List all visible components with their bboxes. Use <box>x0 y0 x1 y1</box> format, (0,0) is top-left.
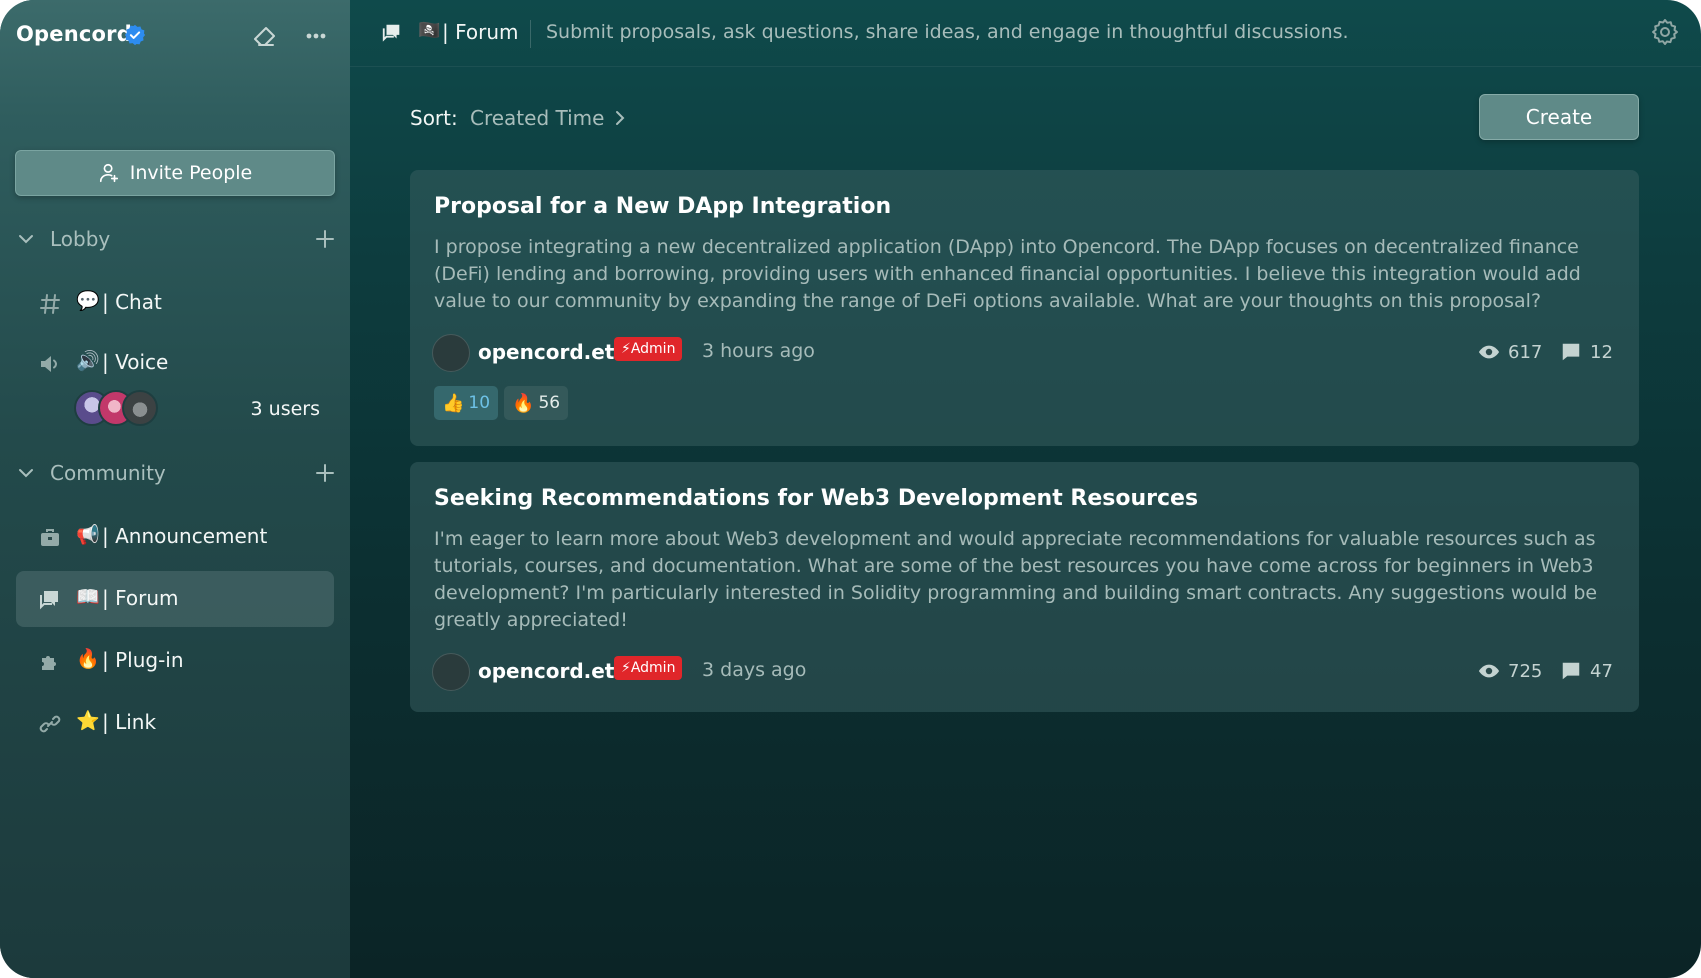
avatar[interactable] <box>432 653 470 691</box>
divider <box>530 20 531 48</box>
avatar[interactable] <box>432 334 470 372</box>
invite-people-button[interactable]: Invite People <box>15 150 335 196</box>
comment-icon <box>1562 662 1580 680</box>
chevron-down-icon[interactable] <box>16 229 36 249</box>
comments-count: 47 <box>1590 660 1613 682</box>
sidebar: Opencord Invite People Lobby 💬 | Chat 🔊 … <box>0 0 350 978</box>
post-time: 3 hours ago <box>702 340 815 362</box>
invite-people-label: Invite People <box>129 162 253 184</box>
group-lobby[interactable]: Lobby <box>16 224 336 256</box>
main-panel: 🏴‍☠️ | Forum Submit proposals, ask quest… <box>350 0 1701 978</box>
channel-forum[interactable]: 📖 | Forum <box>16 571 334 627</box>
chat-emoji: 💬 <box>76 290 100 312</box>
reaction-fire[interactable]: 🔥 56 <box>504 386 569 420</box>
sort-value: Created Time <box>470 106 605 130</box>
post-card[interactable]: Seeking Recommendations for Web3 Develop… <box>410 462 1639 712</box>
post-body: I propose integrating a new decentralize… <box>434 236 1581 312</box>
flag-emoji: 🏴‍☠️ <box>418 20 441 41</box>
sort-dropdown[interactable]: Created Time <box>470 106 628 130</box>
sort-label: Sort: <box>410 106 458 130</box>
post-card[interactable]: Proposal for a New DApp Integration I pr… <box>410 170 1639 446</box>
post-title[interactable]: Seeking Recommendations for Web3 Develop… <box>434 486 1198 511</box>
eraser-icon[interactable] <box>248 20 280 52</box>
channel-voice[interactable]: 🔊 | Voice <box>16 335 334 391</box>
forum-icon <box>40 591 58 610</box>
post-time: 3 days ago <box>702 659 807 681</box>
channel-plugin[interactable]: 🔥 | Plug-in <box>16 633 334 689</box>
group-name: Lobby <box>50 227 111 251</box>
channel-link[interactable]: ⭐ | Link <box>16 695 334 751</box>
app-window: Opencord Invite People Lobby 💬 | Chat 🔊 … <box>0 0 1701 978</box>
link-icon <box>39 715 61 733</box>
channel-label: | Chat <box>102 290 162 314</box>
briefcase-icon <box>41 529 59 546</box>
reaction-count: 56 <box>538 393 561 413</box>
admin-badge: ⚡Admin <box>614 337 683 361</box>
author-name[interactable]: opencord.eth <box>478 340 629 364</box>
chevron-down-icon[interactable] <box>16 463 36 483</box>
page-title: | Forum <box>442 20 519 44</box>
channel-label: | Plug-in <box>102 648 184 672</box>
avatar[interactable] <box>122 390 158 426</box>
add-channel-icon[interactable] <box>314 228 336 250</box>
eye-icon <box>1478 664 1500 678</box>
views-count: 617 <box>1508 341 1543 363</box>
group-name: Community <box>50 461 166 485</box>
channel-announcement[interactable]: 📢 | Announcement <box>16 509 334 565</box>
server-header: Opencord <box>16 18 336 54</box>
add-channel-icon[interactable] <box>314 462 336 484</box>
channel-label: | Forum <box>102 586 179 610</box>
link-emoji: ⭐ <box>76 710 100 732</box>
forum-icon <box>382 24 400 42</box>
hash-icon <box>40 294 60 314</box>
channel-label: | Link <box>102 710 157 734</box>
channel-chat[interactable]: 💬 | Chat <box>16 275 334 331</box>
puzzle-icon <box>42 656 56 670</box>
channel-description: Submit proposals, ask questions, share i… <box>546 21 1349 43</box>
views-count: 725 <box>1508 660 1543 682</box>
comments-stat: 47 <box>1560 660 1613 682</box>
post-meta: opencord.eth ⚡Admin 3 hours ago 617 12 <box>432 332 1622 372</box>
chevron-right-icon <box>616 111 625 125</box>
voice-users-count: 3 users <box>250 398 320 420</box>
eye-icon <box>1478 345 1500 359</box>
reaction-count: 10 <box>468 393 491 413</box>
reactions: 👍 10 🔥 56 <box>434 386 569 420</box>
gear-icon[interactable] <box>1649 16 1681 48</box>
channel-label: | Announcement <box>102 524 268 548</box>
server-name[interactable]: Opencord <box>16 22 132 46</box>
create-button[interactable]: Create <box>1479 94 1639 140</box>
plugin-emoji: 🔥 <box>76 648 100 670</box>
views-stat: 617 <box>1478 341 1542 363</box>
post-body: I'm eager to learn more about Web3 devel… <box>434 528 1598 631</box>
thumbs-up-icon: 👍 <box>442 392 465 414</box>
more-options-icon[interactable] <box>300 20 332 52</box>
voice-users: 3 users <box>74 390 334 428</box>
group-community[interactable]: Community <box>16 458 336 490</box>
fire-icon: 🔥 <box>512 392 535 414</box>
announcement-emoji: 📢 <box>76 524 100 546</box>
reaction-thumbs-up[interactable]: 👍 10 <box>434 386 499 420</box>
post-title[interactable]: Proposal for a New DApp Integration <box>434 194 891 219</box>
add-user-icon <box>99 163 118 183</box>
views-stat: 725 <box>1478 660 1542 682</box>
channel-label: | Voice <box>102 350 169 374</box>
comments-count: 12 <box>1590 341 1613 363</box>
topbar: 🏴‍☠️ | Forum Submit proposals, ask quest… <box>350 0 1701 67</box>
voice-emoji: 🔊 <box>76 350 100 372</box>
comments-stat: 12 <box>1560 341 1613 363</box>
comment-icon <box>1562 343 1580 361</box>
author-name[interactable]: opencord.eth <box>478 659 629 683</box>
verified-icon <box>124 24 146 46</box>
admin-badge: ⚡Admin <box>614 656 683 680</box>
speaker-icon <box>41 356 58 372</box>
forum-emoji: 📖 <box>76 586 100 608</box>
post-meta: opencord.eth ⚡Admin 3 days ago 725 47 <box>432 651 1622 691</box>
